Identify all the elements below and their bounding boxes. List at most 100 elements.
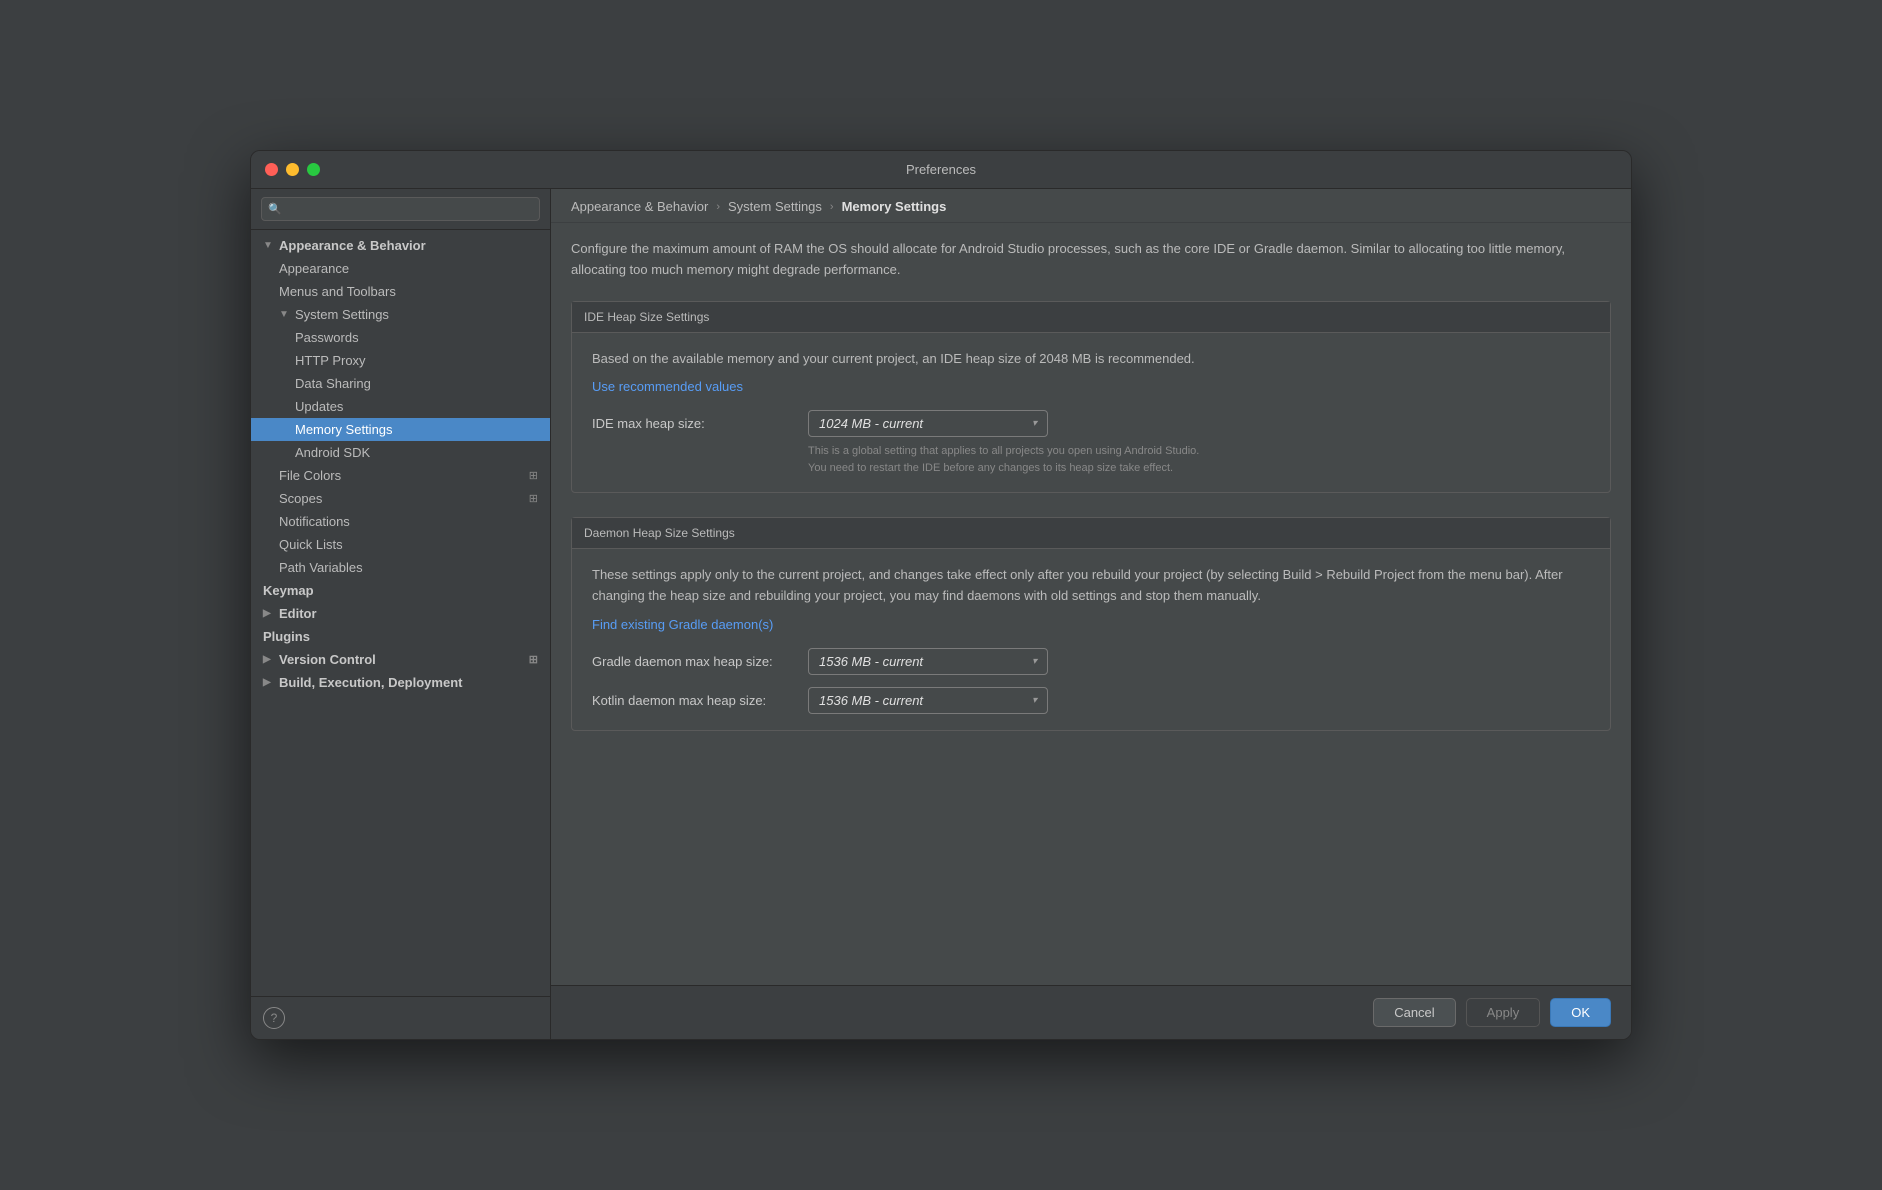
sidebar-item-menus-toolbars[interactable]: Menus and Toolbars — [251, 280, 550, 303]
title-bar: Preferences — [251, 151, 1631, 189]
sidebar-item-appearance[interactable]: Appearance — [251, 257, 550, 280]
sidebar-item-label: Updates — [295, 399, 538, 414]
sidebar-item-label: Editor — [279, 606, 538, 621]
settings-icon: ⊞ — [529, 469, 538, 482]
breadcrumb: Appearance & Behavior › System Settings … — [551, 189, 1631, 223]
sidebar-item-editor[interactable]: ▶ Editor — [251, 602, 550, 625]
sidebar-item-label: Keymap — [263, 583, 538, 598]
window-controls — [265, 163, 320, 176]
ide-heap-body: Based on the available memory and your c… — [572, 333, 1610, 493]
settings-icon: ⊞ — [529, 653, 538, 666]
ide-heap-section: IDE Heap Size Settings Based on the avai… — [571, 301, 1611, 494]
sidebar: 🔍 ▼ Appearance & Behavior Appearance Men… — [251, 189, 551, 1039]
sidebar-item-scopes[interactable]: Scopes ⊞ — [251, 487, 550, 510]
ide-heap-label: IDE max heap size: — [592, 416, 792, 431]
ide-heap-title: IDE Heap Size Settings — [572, 302, 1610, 333]
search-icon: 🔍 — [268, 203, 282, 216]
main-content: 🔍 ▼ Appearance & Behavior Appearance Men… — [251, 189, 1631, 1039]
ide-heap-hint: This is a global setting that applies to… — [808, 443, 1208, 476]
minimize-button[interactable] — [286, 163, 299, 176]
use-recommended-values-link[interactable]: Use recommended values — [592, 379, 1590, 394]
panel-scroll: Configure the maximum amount of RAM the … — [551, 223, 1631, 985]
sidebar-item-label: HTTP Proxy — [295, 353, 538, 368]
kotlin-daemon-field-row: Kotlin daemon max heap size: 1536 MB - c… — [592, 687, 1590, 714]
sidebar-item-keymap[interactable]: Keymap — [251, 579, 550, 602]
breadcrumb-part1: Appearance & Behavior — [571, 199, 708, 214]
find-gradle-daemon-link[interactable]: Find existing Gradle daemon(s) — [592, 617, 1590, 632]
search-wrap: 🔍 — [261, 197, 540, 221]
sidebar-item-label: File Colors — [279, 468, 525, 483]
kotlin-daemon-label: Kotlin daemon max heap size: — [592, 693, 792, 708]
kotlin-daemon-value: 1536 MB - current — [819, 693, 923, 708]
gradle-daemon-value: 1536 MB - current — [819, 654, 923, 669]
sidebar-item-label: Version Control — [279, 652, 525, 667]
sidebar-item-data-sharing[interactable]: Data Sharing — [251, 372, 550, 395]
daemon-heap-title: Daemon Heap Size Settings — [572, 518, 1610, 549]
sidebar-item-label: Build, Execution, Deployment — [279, 675, 538, 690]
sidebar-item-quick-lists[interactable]: Quick Lists — [251, 533, 550, 556]
daemon-heap-section: Daemon Heap Size Settings These settings… — [571, 517, 1611, 731]
gradle-daemon-label: Gradle daemon max heap size: — [592, 654, 792, 669]
sidebar-item-updates[interactable]: Updates — [251, 395, 550, 418]
arrow-icon: ▶ — [263, 654, 275, 665]
sidebar-item-file-colors[interactable]: File Colors ⊞ — [251, 464, 550, 487]
search-input[interactable] — [261, 197, 540, 221]
arrow-icon: ▶ — [263, 608, 275, 619]
sidebar-item-label: Passwords — [295, 330, 538, 345]
sidebar-item-system-settings[interactable]: ▼ System Settings — [251, 303, 550, 326]
breadcrumb-arrow-2: › — [830, 201, 834, 213]
sidebar-item-passwords[interactable]: Passwords — [251, 326, 550, 349]
window-title: Preferences — [906, 162, 976, 177]
sidebar-item-label: Memory Settings — [295, 422, 538, 437]
sidebar-item-memory-settings[interactable]: Memory Settings — [251, 418, 550, 441]
gradle-daemon-dropdown[interactable]: 1536 MB - current ▾ — [808, 648, 1048, 675]
arrow-icon: ▼ — [279, 309, 291, 320]
sidebar-item-label: System Settings — [295, 307, 538, 322]
close-button[interactable] — [265, 163, 278, 176]
sidebar-item-notifications[interactable]: Notifications — [251, 510, 550, 533]
cancel-button[interactable]: Cancel — [1373, 998, 1455, 1027]
sidebar-item-android-sdk[interactable]: Android SDK — [251, 441, 550, 464]
sidebar-item-label: Appearance — [279, 261, 538, 276]
ide-heap-field-row: IDE max heap size: 1024 MB - current ▾ — [592, 410, 1590, 437]
daemon-description: These settings apply only to the current… — [592, 565, 1590, 607]
description-text: Configure the maximum amount of RAM the … — [571, 239, 1611, 281]
settings-icon: ⊞ — [529, 492, 538, 505]
help-button[interactable]: ? — [263, 1007, 285, 1029]
apply-button[interactable]: Apply — [1466, 998, 1541, 1027]
sidebar-item-build-exec-deploy[interactable]: ▶ Build, Execution, Deployment — [251, 671, 550, 694]
sidebar-item-plugins[interactable]: Plugins — [251, 625, 550, 648]
preferences-window: Preferences 🔍 ▼ Appearance & Behavior Ap… — [250, 150, 1632, 1040]
breadcrumb-arrow-1: › — [716, 201, 720, 213]
search-bar: 🔍 — [251, 189, 550, 230]
kotlin-daemon-dropdown[interactable]: 1536 MB - current ▾ — [808, 687, 1048, 714]
sidebar-item-label: Scopes — [279, 491, 525, 506]
breadcrumb-part2: System Settings — [728, 199, 822, 214]
gradle-daemon-field-row: Gradle daemon max heap size: 1536 MB - c… — [592, 648, 1590, 675]
sidebar-item-label: Plugins — [263, 629, 538, 644]
sidebar-item-http-proxy[interactable]: HTTP Proxy — [251, 349, 550, 372]
chevron-down-icon: ▾ — [1032, 695, 1037, 706]
arrow-icon: ▼ — [263, 240, 275, 251]
sidebar-item-path-variables[interactable]: Path Variables — [251, 556, 550, 579]
bottom-bar: Cancel Apply OK — [551, 985, 1631, 1039]
maximize-button[interactable] — [307, 163, 320, 176]
chevron-down-icon: ▾ — [1032, 656, 1037, 667]
sidebar-item-label: Quick Lists — [279, 537, 538, 552]
sidebar-item-label: Data Sharing — [295, 376, 538, 391]
ide-heap-dropdown[interactable]: 1024 MB - current ▾ — [808, 410, 1048, 437]
sidebar-item-label: Android SDK — [295, 445, 538, 460]
sidebar-item-label: Notifications — [279, 514, 538, 529]
sidebar-item-label: Appearance & Behavior — [279, 238, 538, 253]
sidebar-item-label: Path Variables — [279, 560, 538, 575]
sidebar-tree: ▼ Appearance & Behavior Appearance Menus… — [251, 230, 550, 996]
daemon-heap-body: These settings apply only to the current… — [572, 549, 1610, 730]
breadcrumb-part3: Memory Settings — [842, 199, 947, 214]
sidebar-item-appearance-behavior[interactable]: ▼ Appearance & Behavior — [251, 234, 550, 257]
sidebar-item-version-control[interactable]: ▶ Version Control ⊞ — [251, 648, 550, 671]
chevron-down-icon: ▾ — [1032, 418, 1037, 429]
ok-button[interactable]: OK — [1550, 998, 1611, 1027]
ide-heap-dropdown-value: 1024 MB - current — [819, 416, 923, 431]
arrow-icon: ▶ — [263, 677, 275, 688]
recommendation-text: Based on the available memory and your c… — [592, 349, 1590, 370]
